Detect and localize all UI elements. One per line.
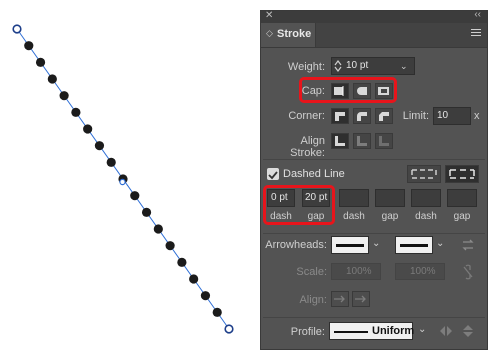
stroke-dot — [189, 274, 199, 284]
separator — [263, 233, 485, 234]
checkmark-icon — [268, 171, 278, 180]
stroke-dot — [212, 307, 222, 317]
tab-options-icon[interactable]: ◇ — [266, 28, 273, 39]
round-join-icon — [357, 112, 367, 121]
end-scale-value: 100% — [410, 266, 436, 277]
dashed-line-label: Dashed Line — [283, 168, 345, 180]
end-arrowhead-select[interactable] — [395, 236, 433, 254]
anchor-point-end[interactable] — [224, 324, 234, 334]
dash-label-3: dash — [415, 211, 437, 222]
panel-top-bar: ✕ ‹‹ — [261, 9, 487, 23]
stroke-panel: ✕ ‹‹ ◇ Stroke Weight: 10 pt ⌄ Cap: Corne… — [260, 9, 488, 350]
stroke-dot — [153, 224, 163, 234]
start-arrowhead-select[interactable] — [331, 236, 369, 254]
tab-stroke-label: Stroke — [277, 28, 312, 40]
stroke-dot — [47, 74, 57, 84]
corner-label: Corner: — [288, 110, 325, 122]
dash-field-3[interactable] — [411, 189, 441, 207]
collapse-icon[interactable]: ‹‹ — [474, 9, 481, 20]
bevel-join-button[interactable] — [375, 108, 393, 124]
flip-vertical-icon[interactable] — [461, 324, 475, 338]
dashed-line-checkbox[interactable] — [267, 168, 279, 180]
stroke-dot — [106, 157, 116, 167]
artboard-canvas[interactable] — [0, 0, 260, 362]
arrow-tip-beyond-button[interactable] — [331, 291, 349, 307]
tab-stroke[interactable]: ◇ Stroke — [261, 23, 316, 47]
gap-field-2[interactable] — [375, 189, 405, 207]
profile-select[interactable]: Uniform — [329, 322, 415, 340]
gap-field-3[interactable] — [447, 189, 477, 207]
dash-field-2[interactable] — [339, 189, 369, 207]
stroke-dot — [130, 191, 140, 201]
align-center-icon — [335, 136, 345, 146]
chevron-down-icon[interactable]: ⌄ — [400, 61, 408, 72]
separator — [263, 159, 485, 160]
anchor-point-start[interactable] — [12, 24, 22, 34]
round-join-button[interactable] — [353, 108, 371, 124]
start-scale-field[interactable]: 100% — [331, 263, 381, 280]
stroke-dot — [83, 124, 93, 134]
align-dashes-button[interactable] — [445, 165, 479, 183]
chevron-down-icon[interactable]: ⌄ — [372, 238, 380, 249]
weight-field[interactable]: 10 pt ⌄ — [331, 57, 415, 75]
dash-gap-highlight — [263, 185, 335, 225]
swap-arrows-icon[interactable] — [461, 238, 475, 252]
separator — [263, 317, 485, 318]
limit-value: 10 — [437, 110, 449, 121]
stroke-dot — [35, 57, 46, 67]
line-swatch — [336, 244, 364, 247]
align-outside-icon — [379, 136, 389, 146]
profile-swatch — [334, 331, 368, 333]
preserve-dashes-button[interactable] — [407, 165, 441, 183]
limit-unit: x — [474, 110, 480, 122]
profile-label: Profile: — [290, 326, 325, 338]
stroke-dot — [94, 141, 105, 151]
align-outside-button[interactable] — [375, 133, 393, 149]
scale-label: Scale: — [296, 266, 327, 278]
arrowheads-label: Arrowheads: — [265, 239, 327, 251]
arrow-tip-icon — [334, 295, 345, 303]
align-inside-button[interactable] — [353, 133, 371, 149]
gap-label-2: gap — [381, 211, 399, 222]
profile-value: Uniform — [372, 325, 415, 337]
align-stroke-label: Align Stroke: — [290, 135, 325, 159]
anchor-point-mid[interactable] — [119, 178, 126, 186]
gap-label-3: gap — [453, 211, 471, 222]
align-center-button[interactable] — [331, 133, 349, 149]
dash-label-2: dash — [343, 211, 365, 222]
weight-label: Weight: — [287, 61, 325, 73]
miter-join-button[interactable] — [331, 108, 349, 124]
bevel-join-icon — [379, 112, 389, 121]
stroke-dot — [59, 91, 69, 101]
arrow-end-icon — [355, 295, 366, 303]
line-swatch — [400, 244, 428, 247]
start-scale-value: 100% — [346, 266, 372, 277]
close-icon[interactable]: ✕ — [265, 10, 273, 21]
cap-highlight — [299, 77, 397, 103]
limit-field[interactable]: 10 — [433, 107, 471, 125]
panel-tab-row: ◇ Stroke — [261, 23, 487, 48]
stroke-dot — [141, 207, 152, 217]
stroke-dot — [177, 257, 187, 267]
chevron-down-icon[interactable]: ⌄ — [436, 238, 444, 249]
align-label: Align: — [299, 294, 327, 306]
limit-label: Limit: — [402, 110, 429, 122]
arrow-tip-end-button[interactable] — [352, 291, 370, 307]
stepper-icon[interactable] — [334, 60, 342, 72]
weight-value: 10 pt — [346, 60, 369, 71]
stroke-dot — [24, 41, 34, 51]
chevron-down-icon[interactable]: ⌄ — [418, 324, 426, 335]
link-icon[interactable] — [461, 264, 475, 280]
miter-join-icon — [335, 112, 345, 121]
dash-preserve-icon — [411, 169, 437, 179]
end-scale-field[interactable]: 100% — [395, 263, 445, 280]
flip-horizontal-icon[interactable] — [439, 324, 453, 338]
panel-menu-icon[interactable] — [471, 29, 481, 38]
align-inside-icon — [357, 136, 367, 146]
stroke-dot — [200, 291, 211, 301]
stroke-dot — [165, 241, 175, 251]
dash-align-icon — [449, 169, 475, 179]
stroke-dot — [71, 107, 81, 117]
